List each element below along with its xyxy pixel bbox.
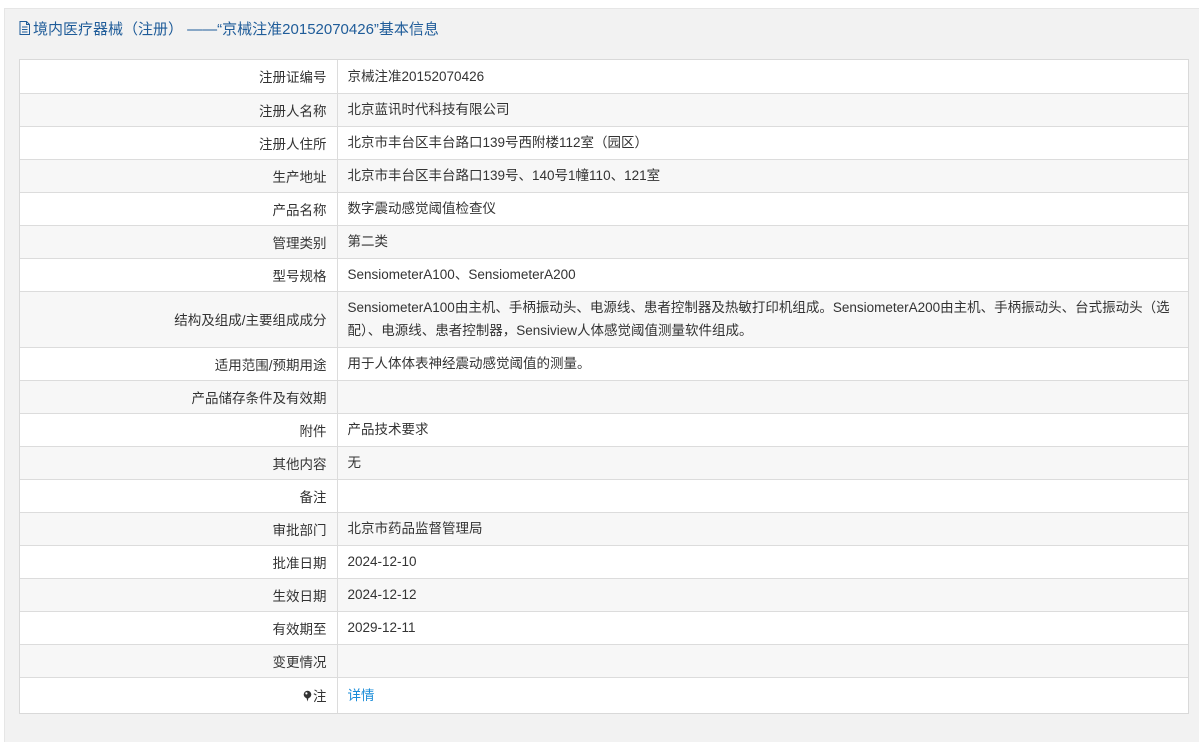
row-label: 型号规格 [20,258,338,292]
row-value: 第二类 [337,225,1188,259]
row-value [337,479,1188,513]
table-row: 附件 产品技术要求 [20,413,1188,447]
table-row: 有效期至 2029-12-11 [20,611,1188,645]
table-row: 注册证编号 京械注准20152070426 [20,60,1188,94]
row-label: 备注 [20,479,338,513]
table-row: 审批部门 北京市药品监督管理局 [20,512,1188,546]
table-row: 管理类别 第二类 [20,225,1188,259]
content-panel: 境内医疗器械（注册） ——“京械注准20152070426”基本信息 注册证编号… [4,8,1199,742]
table-row: 生效日期 2024-12-12 [20,578,1188,612]
row-value: 2029-12-11 [337,611,1188,645]
info-table: 注册证编号 京械注准20152070426 注册人名称 北京蓝讯时代科技有限公司… [19,59,1189,714]
table-row: 产品储存条件及有效期 [20,380,1188,414]
row-label: 适用范围/预期用途 [20,347,338,381]
row-value [337,380,1188,414]
document-icon [19,21,30,35]
row-value: 京械注准20152070426 [337,60,1188,94]
row-value: 用于人体体表神经震动感觉阈值的测量。 [337,347,1188,381]
table-row: 生产地址 北京市丰台区丰台路口139号、140号1幢110、121室 [20,159,1188,193]
row-label: 产品名称 [20,192,338,226]
table-row: 产品名称 数字震动感觉阈值检查仪 [20,192,1188,226]
row-label: 变更情况 [20,644,338,678]
page-header: 境内医疗器械（注册） ——“京械注准20152070426”基本信息 [5,9,1199,47]
table-row: 变更情况 [20,644,1188,678]
row-label: 批准日期 [20,545,338,579]
row-value: 无 [337,446,1188,480]
page-title: 境内医疗器械（注册） ——“京械注准20152070426”基本信息 [33,20,439,38]
row-value: 北京蓝讯时代科技有限公司 [337,93,1188,127]
note-value-cell: 详情 [337,677,1188,713]
row-label: 注册人名称 [20,93,338,127]
table-row: 其他内容 无 [20,446,1188,480]
table-row: 型号规格 SensiometerA100、SensiometerA200 [20,258,1188,292]
table-row: 批准日期 2024-12-10 [20,545,1188,579]
table-row: 结构及组成/主要组成成分 SensiometerA100由主机、手柄振动头、电源… [20,291,1188,348]
row-value: 北京市丰台区丰台路口139号、140号1幢110、121室 [337,159,1188,193]
row-value: SensiometerA100由主机、手柄振动头、电源线、患者控制器及热敏打印机… [337,291,1188,348]
row-value: SensiometerA100、SensiometerA200 [337,258,1188,292]
row-value: 产品技术要求 [337,413,1188,447]
table-row: 注册人住所 北京市丰台区丰台路口139号西附楼112室（园区） [20,126,1188,160]
row-label: 审批部门 [20,512,338,546]
row-label: 生产地址 [20,159,338,193]
pin-icon [303,690,312,702]
row-label: 注册人住所 [20,126,338,160]
row-value: 2024-12-12 [337,578,1188,612]
row-value: 北京市丰台区丰台路口139号西附楼112室（园区） [337,126,1188,160]
row-label: 管理类别 [20,225,338,259]
table-row: 适用范围/预期用途 用于人体体表神经震动感觉阈值的测量。 [20,347,1188,381]
table-row: 备注 [20,479,1188,513]
table-row: 注册人名称 北京蓝讯时代科技有限公司 [20,93,1188,127]
row-value: 北京市药品监督管理局 [337,512,1188,546]
row-label: 结构及组成/主要组成成分 [20,291,338,348]
row-label: 有效期至 [20,611,338,645]
note-label-cell: 注 [20,677,338,713]
row-label: 其他内容 [20,446,338,480]
note-row: 注 详情 [20,677,1188,713]
row-label: 附件 [20,413,338,447]
row-value: 2024-12-10 [337,545,1188,579]
row-label: 注册证编号 [20,60,338,94]
row-value: 数字震动感觉阈值检查仪 [337,192,1188,226]
note-label: 注 [313,689,327,705]
details-link[interactable]: 详情 [348,688,375,703]
row-label: 生效日期 [20,578,338,612]
row-label: 产品储存条件及有效期 [20,380,338,414]
row-value [337,644,1188,678]
